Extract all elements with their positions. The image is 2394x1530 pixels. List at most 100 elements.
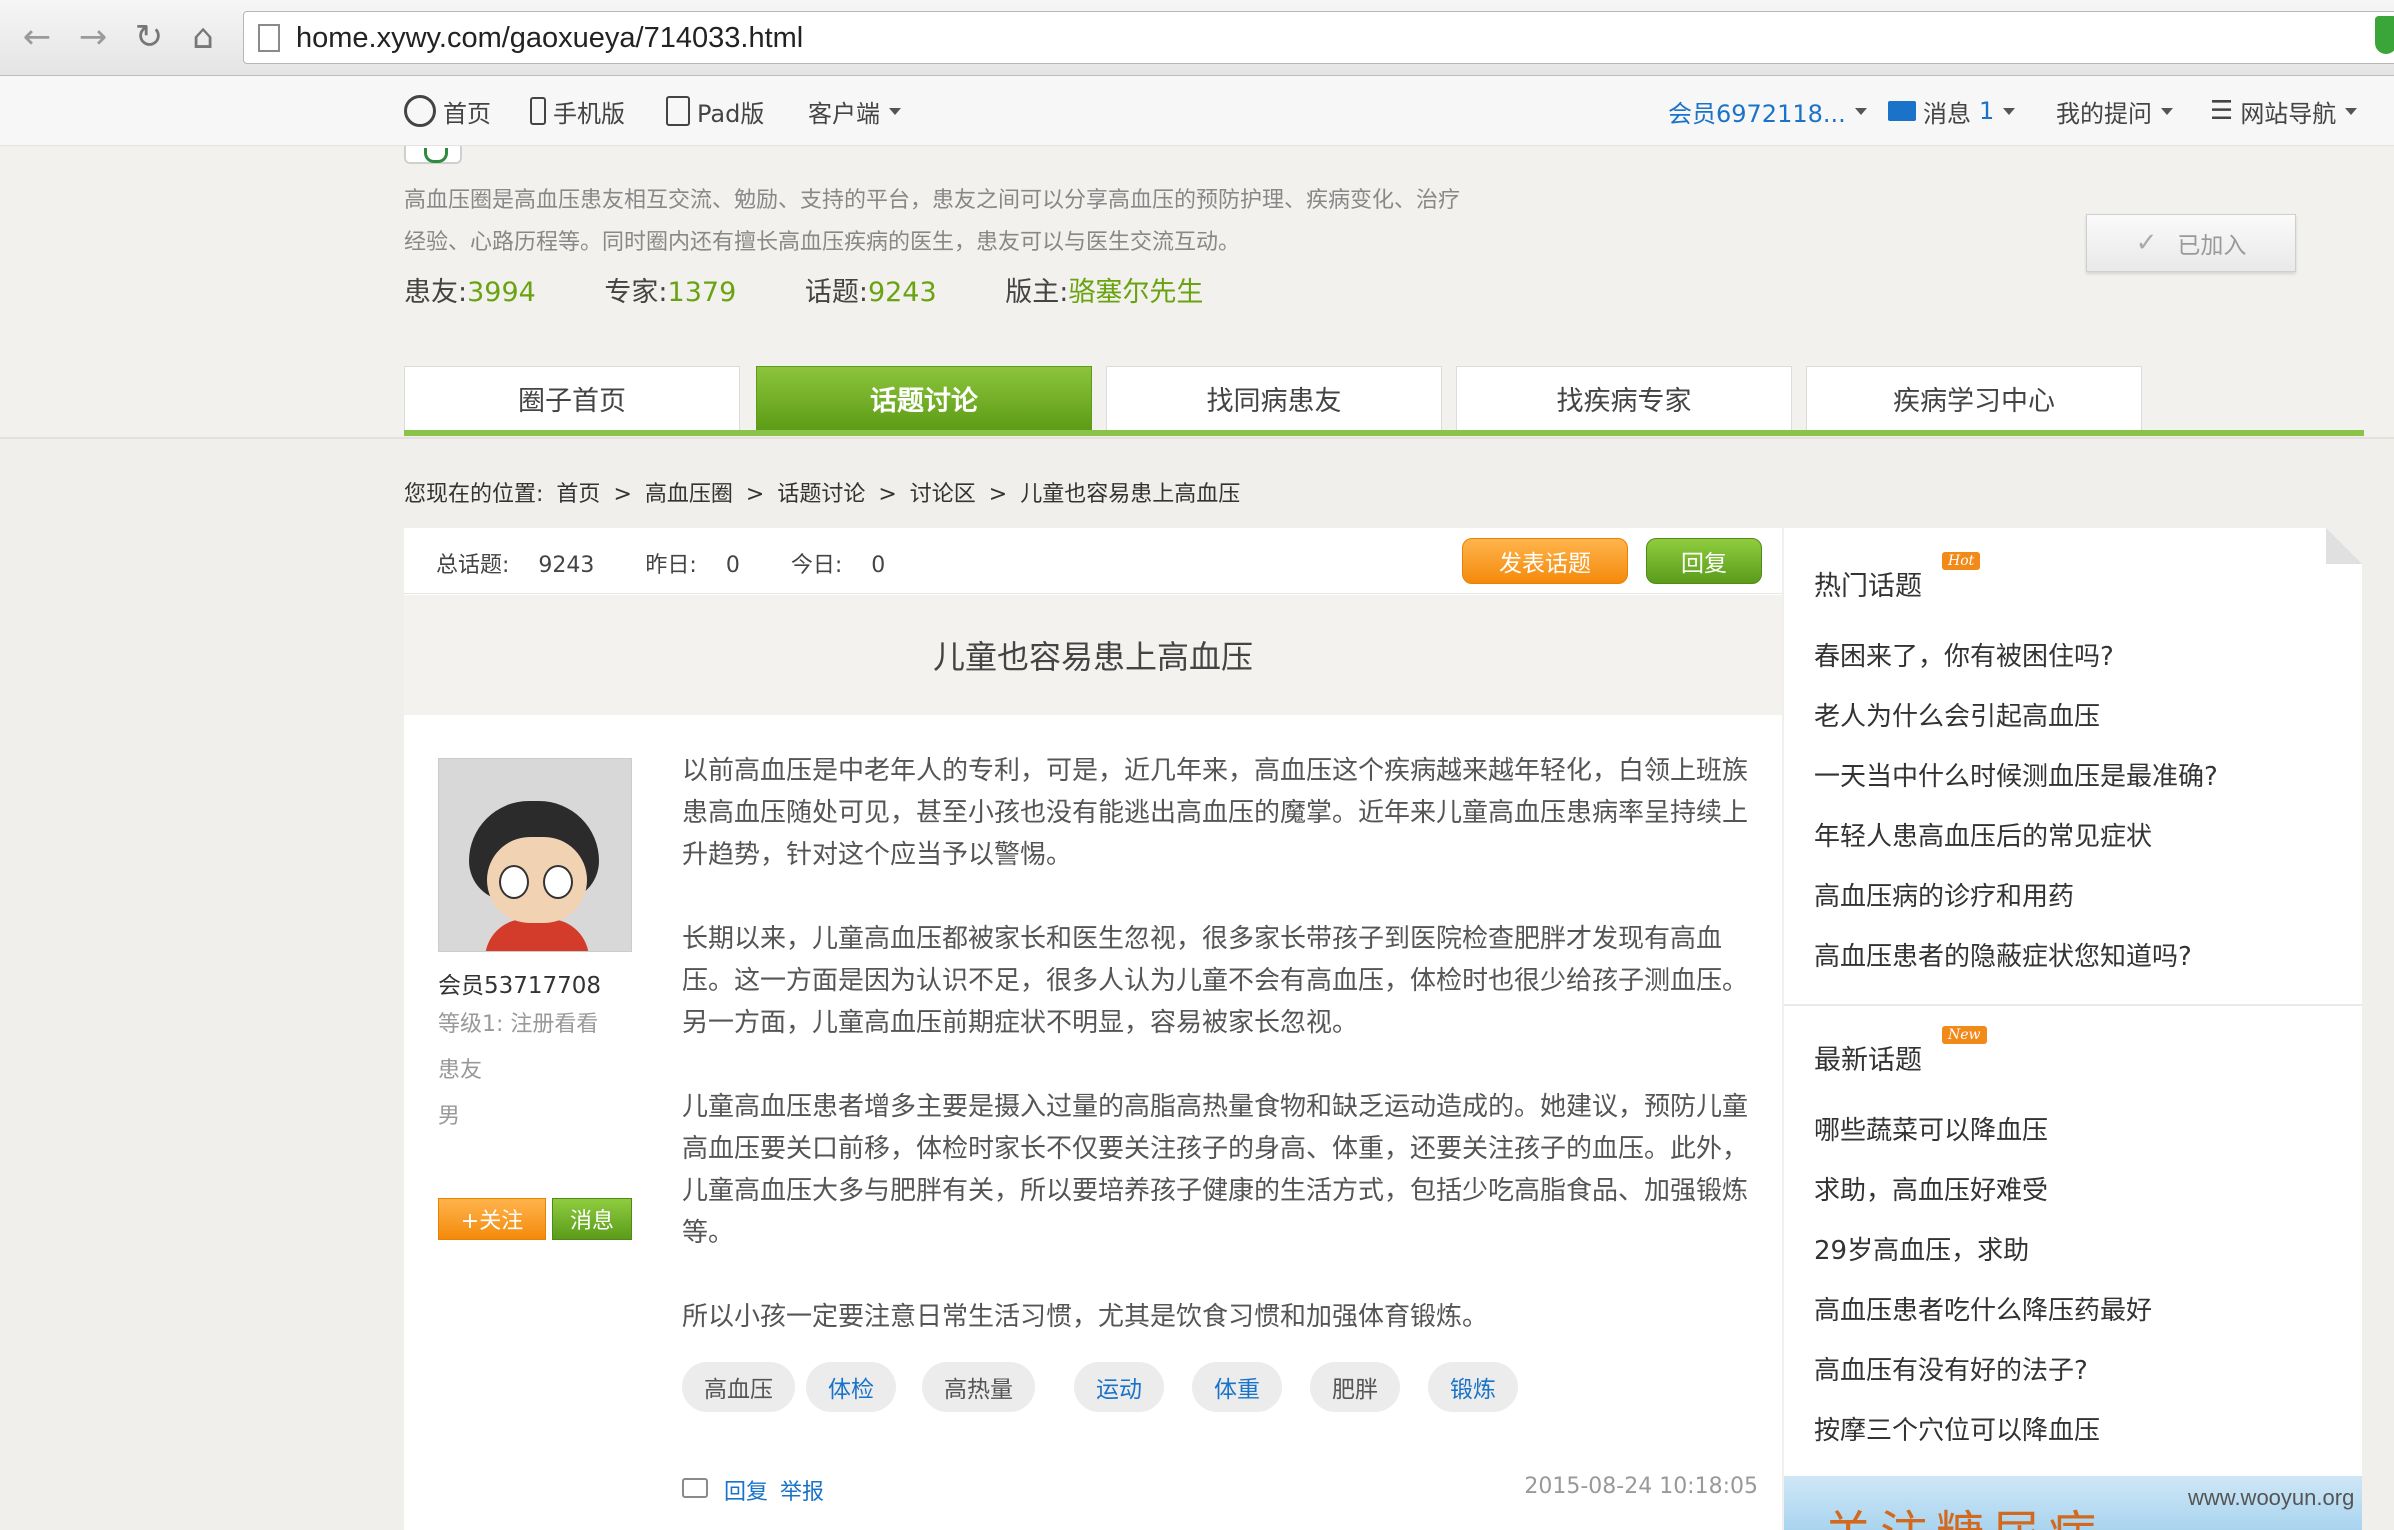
new-topic-item[interactable]: 求助，高血压好难受 <box>1814 1158 2344 1218</box>
hot-topic-item[interactable]: 春困来了，你有被困住吗? <box>1814 624 2344 684</box>
new-topic-item[interactable]: 按摩三个穴位可以降血压 <box>1814 1398 2344 1458</box>
topbar-site-nav[interactable]: ☰ 网站导航 <box>2210 92 2358 130</box>
tag-checkup[interactable]: 体检 <box>806 1362 896 1412</box>
topbar-my-questions[interactable]: 我的提问 <box>2056 92 2173 130</box>
hot-topic-item[interactable]: 年轻人患高血压后的常见症状 <box>1814 804 2344 864</box>
topic-panel: 总话题: 9243 昨日: 0 今日: 0 发表话题 回复 儿童也容易患上高血压… <box>404 528 1782 1530</box>
hot-topic-item[interactable]: 高血压患者的隐蔽症状您知道吗? <box>1814 924 2344 984</box>
breadcrumb-current: 儿童也容易患上高血压 <box>1020 482 1241 507</box>
breadcrumb-sep: > <box>613 482 632 507</box>
chevron-down-icon <box>889 107 901 115</box>
tag-exercise[interactable]: 运动 <box>1074 1362 1164 1412</box>
tag-obesity[interactable]: 肥胖 <box>1310 1362 1400 1412</box>
breadcrumb-circle[interactable]: 高血压圈 <box>645 482 733 507</box>
post-timestamp: 2015-08-24 10:18:05 <box>1524 1474 1758 1499</box>
topbar-member-label: 会员6972118... <box>1668 99 1846 128</box>
tag-weight[interactable]: 体重 <box>1192 1362 1282 1412</box>
tag-workout[interactable]: 锻炼 <box>1428 1362 1518 1412</box>
chevron-down-icon <box>1854 107 1867 115</box>
total-count: 9243 <box>538 553 595 578</box>
patients-label: 患友: <box>404 277 468 308</box>
topbar-mobile[interactable]: 手机版 <box>530 92 625 130</box>
home-logo-icon <box>404 95 436 127</box>
topbar-messages-label: 消息 <box>1923 99 1971 128</box>
watermark: www.wooyun.org <box>2188 1485 2355 1510</box>
new-topic-item[interactable]: 高血压有没有好的法子? <box>1814 1338 2344 1398</box>
topbar-mobile-label: 手机版 <box>553 99 625 128</box>
post-paragraph: 所以小孩一定要注意日常生活习惯，尤其是饮食习惯和加强体育锻炼。 <box>682 1302 1489 1332</box>
new-topic-item[interactable]: 高血压患者吃什么降压药最好 <box>1814 1278 2344 1338</box>
page-icon <box>258 24 280 52</box>
tab-find-patients[interactable]: 找同病患友 <box>1106 366 1442 430</box>
topbar-client[interactable]: 客户端 <box>808 92 901 130</box>
corner-fold <box>2326 528 2362 564</box>
author-role: 患友 <box>438 1058 483 1083</box>
topic-counts: 总话题: 9243 昨日: 0 今日: 0 <box>436 547 929 579</box>
tab-find-experts[interactable]: 找疾病专家 <box>1456 366 1792 430</box>
message-button[interactable]: 消息 <box>552 1198 632 1240</box>
url-text[interactable]: home.xywy.com/gaoxueya/714033.html <box>296 22 803 55</box>
breadcrumb-sep: > <box>988 482 1008 507</box>
avatar[interactable] <box>438 758 632 952</box>
post-paragraph: 以前高血压是中老年人的专利，可是，近几年来，高血压这个疾病越来越年轻化，白领上班… <box>682 756 1749 870</box>
topbar-home-label: 首页 <box>443 99 491 128</box>
topbar-messages[interactable]: 消息 1 <box>1888 92 2016 130</box>
new-topic-item[interactable]: 29岁高血压，求助 <box>1814 1218 2344 1278</box>
joined-button[interactable]: ✓ 已加入 <box>2086 214 2296 272</box>
home-icon[interactable]: ⌂ <box>180 14 226 60</box>
post-reply-link[interactable]: 回复 <box>724 1474 768 1506</box>
reload-icon[interactable]: ↻ <box>126 14 172 60</box>
tab-circle-home[interactable]: 圈子首页 <box>404 366 740 430</box>
breadcrumb-home[interactable]: 首页 <box>556 482 600 507</box>
banner-text: 关注糖尿病 <box>1824 1494 2104 1530</box>
new-badge: New <box>1942 1026 1987 1044</box>
reply-button[interactable]: 回复 <box>1646 538 1762 584</box>
post-footer: 回复 举报 2015-08-24 10:18:05 <box>682 1472 1758 1508</box>
topbar-home[interactable]: 首页 <box>404 92 491 130</box>
hot-badge: Hot <box>1942 552 1981 570</box>
hot-topics-title: 热门话题 <box>1814 571 1922 602</box>
tab-topics[interactable]: 话题讨论 <box>756 366 1092 430</box>
comment-icon <box>682 1478 708 1498</box>
topbar-pad-label: Pad版 <box>697 99 765 128</box>
experts-count: 1379 <box>667 277 737 308</box>
breadcrumb-discussion[interactable]: 讨论区 <box>910 482 976 507</box>
shield-icon[interactable] <box>2375 16 2394 54</box>
circle-description: 高血压圈是高血压患友相互交流、勉励、支持的平台，患友之间可以分享高血压的预防护理… <box>404 188 1461 255</box>
breadcrumb-topics[interactable]: 话题讨论 <box>777 482 865 507</box>
tab-learning-center[interactable]: 疾病学习中心 <box>1806 366 2142 430</box>
topbar-pad[interactable]: Pad版 <box>666 92 764 130</box>
new-topics-title: 最新话题 <box>1814 1045 1922 1076</box>
breadcrumb: 您现在的位置: 首页 > 高血压圈 > 话题讨论 > 讨论区 > 儿童也容易患上… <box>404 476 1246 508</box>
forward-icon[interactable]: → <box>70 14 116 60</box>
tab-underline <box>404 430 2364 436</box>
check-icon: ✓ <box>2135 228 2158 258</box>
topbar-member[interactable]: 会员6972118... <box>1668 92 1867 130</box>
follow-button[interactable]: +关注 <box>438 1198 546 1240</box>
back-icon[interactable]: ← <box>14 14 60 60</box>
chevron-down-icon <box>2003 107 2016 115</box>
hot-topic-item[interactable]: 高血压病的诊疗和用药 <box>1814 864 2344 924</box>
post-report-link[interactable]: 举报 <box>780 1474 824 1506</box>
author-gender: 男 <box>438 1104 461 1129</box>
breadcrumb-sep: > <box>745 482 765 507</box>
sidebar: 热门话题 Hot 春困来了，你有被困住吗? 老人为什么会引起高血压 一天当中什么… <box>1784 528 2362 1530</box>
tablet-icon <box>666 96 690 126</box>
tag-high-calorie[interactable]: 高热量 <box>922 1362 1035 1412</box>
post-topic-button[interactable]: 发表话题 <box>1462 538 1628 584</box>
yesterday-label: 昨日: <box>645 553 697 578</box>
post-paragraph: 儿童高血压患者增多主要是摄入过量的高脂高热量食物和缺乏运动造成的。她建议，预防儿… <box>682 1092 1749 1248</box>
patients-count: 3994 <box>467 277 536 308</box>
moderator-link[interactable]: 骆塞尔先生 <box>1068 277 1203 308</box>
today-label: 今日: <box>790 553 843 578</box>
chevron-down-icon <box>2345 107 2358 115</box>
hot-topic-item[interactable]: 一天当中什么时候测血压是最准确? <box>1814 744 2344 804</box>
address-bar[interactable]: home.xywy.com/gaoxueya/714033.html <box>243 11 2394 64</box>
author-name[interactable]: 会员53717708 <box>438 966 638 1000</box>
new-topic-item[interactable]: 哪些蔬菜可以降血压 <box>1814 1098 2344 1158</box>
circle-stats: 患友:3994 专家:1379 话题:9243 版主:骆塞尔先生 <box>404 270 1263 309</box>
site-topbar: 首页 手机版 Pad版 客户端 会员6972118... 消息 1 我的提问 ☰… <box>0 76 2394 146</box>
hot-topic-item[interactable]: 老人为什么会引起高血压 <box>1814 684 2344 744</box>
sidebar-divider <box>1784 1004 2362 1006</box>
tag-hypertension[interactable]: 高血压 <box>682 1362 795 1412</box>
